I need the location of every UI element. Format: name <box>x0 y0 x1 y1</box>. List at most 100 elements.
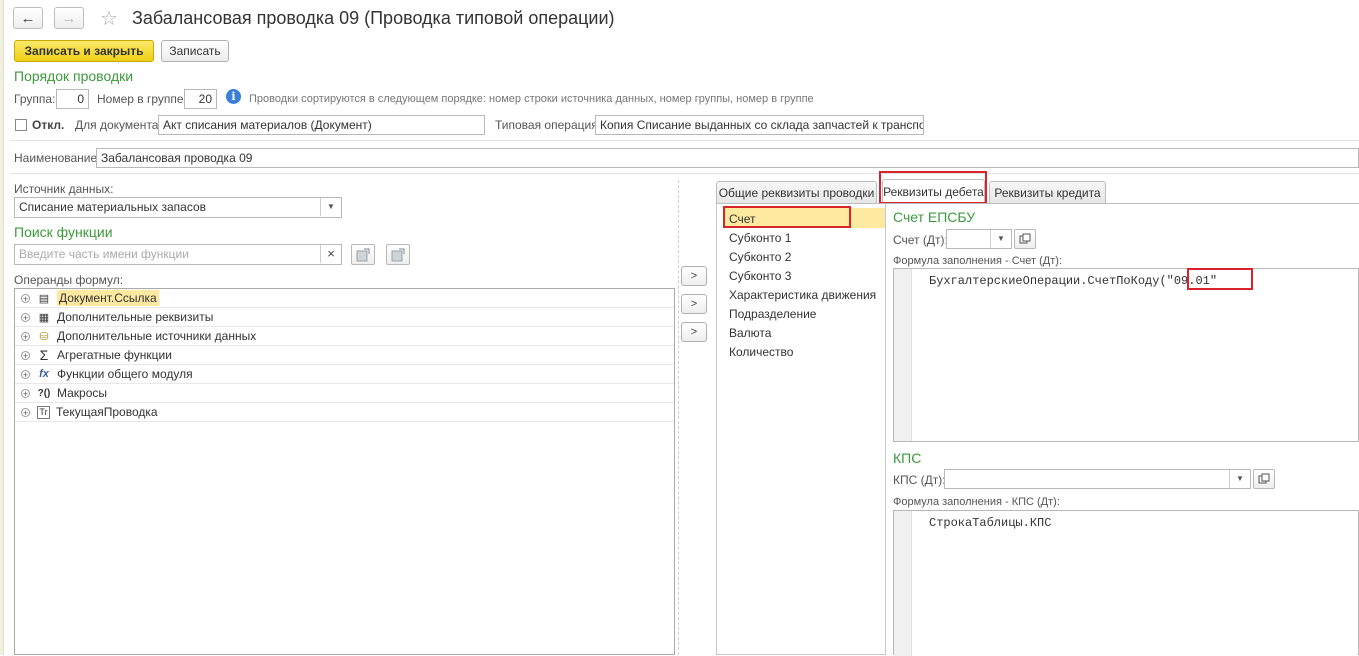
debit-tab-highlight <box>879 171 987 204</box>
separator <box>10 140 1359 141</box>
tab-credit[interactable]: Реквизиты кредита <box>989 181 1106 203</box>
clear-icon[interactable]: × <box>320 245 341 263</box>
formula-prefix: БухгалтерскиеОперации.СчетПоКоду( <box>929 274 1167 288</box>
star-outline-icon[interactable]: ☆ <box>100 6 118 31</box>
insert-arrow-button-3[interactable]: > <box>681 322 707 342</box>
save-and-close-button[interactable]: Записать и закрыть <box>14 40 154 62</box>
expand-icon[interactable]: + <box>21 407 30 417</box>
operation-label: Типовая операция: <box>495 118 602 132</box>
open-kps-button[interactable] <box>1253 469 1275 489</box>
data-source-icon: ⛁ <box>39 330 49 343</box>
kps-formula-editor[interactable]: СтрокаТаблицы.КПС <box>893 510 1359 656</box>
kps-label: КПС (Дт): <box>893 473 946 487</box>
document-label: Для документа: <box>75 118 162 132</box>
tab-general[interactable]: Общие реквизиты проводки <box>716 181 877 203</box>
tree-item-label: Функции общего модуля <box>57 367 193 381</box>
chevron-down-icon[interactable]: ▼ <box>1229 470 1250 488</box>
function-search-input[interactable]: Введите часть имени функции × <box>14 244 342 265</box>
separator-2 <box>10 173 1359 174</box>
expand-icon[interactable]: + <box>21 312 30 322</box>
save-button[interactable]: Записать <box>161 40 229 62</box>
operation-field[interactable]: Копия Списание выданных со склада запчас… <box>595 115 924 135</box>
list-item[interactable]: Характеристика движения <box>729 288 876 302</box>
tree-item-label: ТекущаяПроводка <box>56 405 158 419</box>
forward-button[interactable]: → <box>54 7 84 29</box>
open-account-button[interactable] <box>1014 229 1036 249</box>
account-select[interactable]: ▼ <box>946 229 1012 249</box>
operands-tree[interactable]: + ▤ Документ.Ссылка + ▦ Дополнительные р… <box>14 288 675 655</box>
insert-function-button-2[interactable] <box>386 244 410 265</box>
arrow-right-icon: → <box>61 9 77 27</box>
list-item[interactable]: Субконто 1 <box>729 231 791 245</box>
insert-icon-2 <box>391 248 405 261</box>
page-title: Забалансовая проводка 09 (Проводка типов… <box>132 8 615 28</box>
formula-arg-highlight <box>1187 268 1253 290</box>
open-icon <box>1019 233 1031 244</box>
sort-hint: Проводки сортируются в следующем порядке… <box>249 93 814 105</box>
insert-icon <box>356 248 370 261</box>
account-formula-editor[interactable]: БухгалтерскиеОперации.СчетПоКоду("09.01" <box>893 268 1359 442</box>
sigma-icon: Σ <box>39 347 49 363</box>
group-number-input[interactable]: 20 <box>184 89 217 109</box>
tree-item[interactable]: + Tr ТекущаяПроводка <box>15 403 674 422</box>
expand-icon[interactable]: + <box>21 369 30 379</box>
disabled-label: Откл. <box>32 118 65 132</box>
tree-item[interactable]: + fx Функции общего модуля <box>15 365 674 384</box>
window-left-edge <box>0 0 4 655</box>
tree-item-label: Агрегатные функции <box>57 348 172 362</box>
tree-item[interactable]: + ▦ Дополнительные реквизиты <box>15 308 674 327</box>
tree-item[interactable]: + ?() Макросы <box>15 384 674 403</box>
order-section-title: Порядок проводки <box>14 68 134 84</box>
name-field[interactable]: Забалансовая проводка 09 <box>96 148 1359 168</box>
table-icon: ▦ <box>38 311 50 324</box>
tree-item-label: Документ.Ссылка <box>57 290 159 306</box>
function-icon: fx <box>39 368 49 380</box>
tree-item[interactable]: + Σ Агрегатные функции <box>15 346 674 365</box>
tree-item[interactable]: + ⛁ Дополнительные источники данных <box>15 327 674 346</box>
document-icon: ▤ <box>38 292 50 305</box>
account-item-highlight <box>723 206 851 228</box>
list-item[interactable]: Подразделение <box>729 307 816 321</box>
chevron-down-icon[interactable]: ▼ <box>990 230 1011 248</box>
expand-icon[interactable]: + <box>21 350 30 360</box>
debit-list[interactable]: Счет Субконто 1 Субконто 2 Субконто 3 Ха… <box>716 204 886 655</box>
search-placeholder: Введите часть имени функции <box>19 247 189 261</box>
gutter <box>894 511 912 656</box>
tree-item-label: Макросы <box>57 386 108 400</box>
arrow-left-icon: ← <box>20 9 36 27</box>
info-icon[interactable]: i <box>226 89 241 104</box>
group-number-label: Номер в группе: <box>97 92 187 106</box>
search-title: Поиск функции <box>14 224 113 240</box>
chevron-down-icon[interactable]: ▼ <box>320 198 341 216</box>
splitter[interactable] <box>678 180 679 655</box>
expand-icon[interactable]: + <box>21 331 30 341</box>
open-icon <box>1258 473 1270 484</box>
document-field[interactable]: Акт списания материалов (Документ) <box>158 115 485 135</box>
back-button[interactable]: ← <box>13 7 43 29</box>
name-label: Наименование: <box>14 151 101 165</box>
insert-arrow-button-2[interactable]: > <box>681 294 707 314</box>
tree-item[interactable]: + ▤ Документ.Ссылка <box>15 289 674 308</box>
disabled-checkbox[interactable] <box>15 119 27 131</box>
source-label: Источник данных: <box>14 182 114 196</box>
account-formula-text: БухгалтерскиеОперации.СчетПоКоду("09.01" <box>929 274 1217 288</box>
insert-function-button[interactable] <box>351 244 375 265</box>
insert-arrow-button-1[interactable]: > <box>681 266 707 286</box>
account-label: Счет (Дт): <box>893 233 948 247</box>
group-label: Группа: <box>14 92 56 106</box>
entry-icon: Tr <box>37 405 50 419</box>
kps-select[interactable]: ▼ <box>944 469 1251 489</box>
tree-item-label: Дополнительные реквизиты <box>57 310 214 324</box>
expand-icon[interactable]: + <box>21 388 30 398</box>
list-item[interactable]: Субконто 2 <box>729 250 791 264</box>
source-value: Списание материальных запасов <box>19 200 206 214</box>
expand-icon[interactable]: + <box>21 293 30 303</box>
group-input[interactable]: 0 <box>56 89 89 109</box>
list-item[interactable]: Субконто 3 <box>729 269 791 283</box>
account-formula-label: Формула заполнения - Счет (Дт): <box>893 255 1062 267</box>
account-section-title: Счет ЕПСБУ <box>893 209 976 225</box>
source-select[interactable]: Списание материальных запасов ▼ <box>14 197 342 218</box>
kps-formula-text: СтрокаТаблицы.КПС <box>929 516 1052 530</box>
list-item[interactable]: Количество <box>729 345 793 359</box>
list-item[interactable]: Валюта <box>729 326 771 340</box>
